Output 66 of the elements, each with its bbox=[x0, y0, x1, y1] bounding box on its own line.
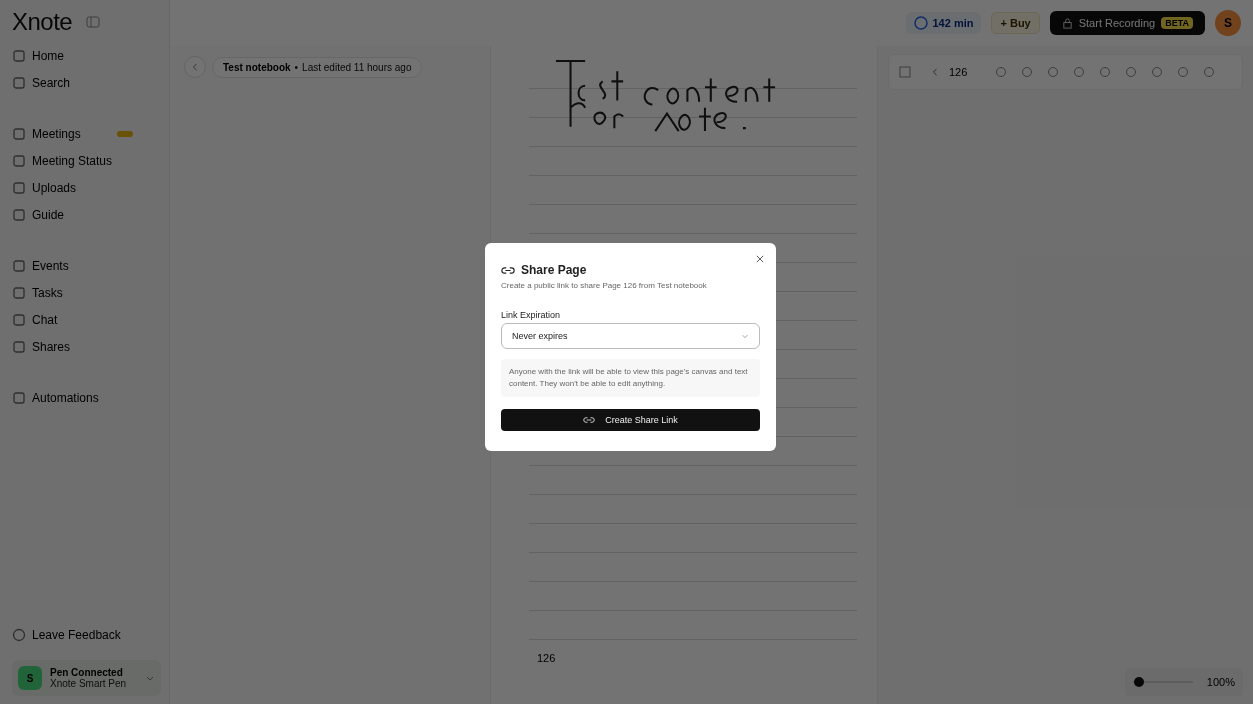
pen-avatar: S bbox=[18, 666, 42, 690]
tool-icon[interactable] bbox=[1203, 66, 1216, 78]
back-button[interactable] bbox=[184, 56, 206, 78]
sidebar-item[interactable]: Shares bbox=[12, 333, 161, 360]
nav-icon bbox=[12, 48, 26, 63]
nav-icon bbox=[12, 153, 26, 168]
previous-icon[interactable] bbox=[931, 68, 939, 76]
sidebar-item[interactable]: Events bbox=[12, 252, 161, 279]
tool-icon[interactable] bbox=[1125, 66, 1138, 78]
sidebar-item[interactable]: Search bbox=[12, 69, 161, 96]
lock-icon bbox=[1061, 17, 1073, 29]
tool-icon[interactable] bbox=[1151, 66, 1164, 78]
beta-badge: BETA bbox=[1161, 17, 1193, 29]
field-label: Link Expiration bbox=[501, 310, 562, 320]
sidebar-item[interactable]: Guide bbox=[12, 201, 161, 228]
user-avatar[interactable]: S bbox=[1215, 10, 1241, 36]
start-recording-button[interactable]: Start Recording BETA bbox=[1049, 11, 1205, 35]
nav-icon bbox=[12, 390, 26, 405]
sidebar-item[interactable]: Meeting Status bbox=[12, 147, 161, 174]
separator-dot: • bbox=[294, 61, 299, 73]
feedback-link[interactable]: Leave Feedback bbox=[12, 621, 161, 648]
chevron-icon bbox=[741, 332, 749, 340]
nav-icon bbox=[12, 285, 26, 300]
pen-name: Xnote Smart Pen bbox=[50, 678, 128, 689]
feedback-icon bbox=[12, 627, 26, 642]
back-icon bbox=[191, 63, 199, 71]
grid-icon[interactable] bbox=[899, 66, 911, 78]
buy-button[interactable]: + Buy bbox=[991, 12, 1040, 34]
sidebar-item[interactable]: Home bbox=[12, 42, 161, 69]
sidebar-item[interactable]: Chat bbox=[12, 306, 161, 333]
tool-icon[interactable] bbox=[1073, 66, 1086, 78]
nav-icon bbox=[12, 180, 26, 195]
tool-icon[interactable] bbox=[1021, 66, 1034, 78]
sidebar-item[interactable]: Automations bbox=[12, 384, 161, 411]
usage-chip[interactable]: 142 min bbox=[906, 12, 982, 34]
nav-icon bbox=[12, 312, 26, 327]
sidebar-item[interactable]: Meetings bbox=[12, 120, 161, 147]
zoom-reading: 100% bbox=[1206, 676, 1235, 688]
sidebar-item[interactable]: Uploads bbox=[12, 174, 161, 201]
slider-thumb[interactable] bbox=[1133, 677, 1144, 687]
timer-icon bbox=[914, 16, 929, 30]
link-icon bbox=[501, 265, 515, 275]
page-number: 126 bbox=[537, 652, 556, 664]
create-share-link-button[interactable]: Create Share Link bbox=[501, 409, 760, 431]
nav-icon bbox=[12, 75, 26, 90]
tool-icon[interactable] bbox=[1177, 66, 1190, 78]
tool-icon[interactable] bbox=[1047, 66, 1060, 78]
sidebar-item[interactable]: Tasks bbox=[12, 279, 161, 306]
dialog-title: Share Page bbox=[521, 263, 587, 277]
nav-icon bbox=[12, 339, 26, 354]
notebook-name[interactable]: Test notebook bbox=[223, 61, 291, 73]
app-logo: Xnote bbox=[12, 8, 73, 36]
pen-status: Pen Connected bbox=[50, 667, 124, 678]
expiration-select[interactable]: Never expires bbox=[501, 323, 760, 349]
pen-status-card[interactable]: S Pen Connected Xnote Smart Pen bbox=[12, 660, 161, 696]
info-note: Anyone with the link will be able to view this page's canvas and text content. They won't be able to edit anything. bbox=[501, 359, 760, 397]
nav-icon bbox=[12, 126, 26, 141]
tool-icon[interactable] bbox=[1099, 66, 1112, 78]
dialog-subtitle: Create a public link to share Page 126 from Test notebook bbox=[501, 281, 708, 290]
tool-icon[interactable] bbox=[995, 66, 1008, 78]
link-icon bbox=[583, 416, 596, 424]
last-edited: Last edited 11 hours ago bbox=[302, 61, 412, 73]
close-icon[interactable] bbox=[756, 255, 764, 263]
nav-icon bbox=[12, 258, 26, 273]
nav-icon bbox=[12, 207, 26, 222]
sidebar-toggle-icon[interactable] bbox=[86, 15, 101, 29]
